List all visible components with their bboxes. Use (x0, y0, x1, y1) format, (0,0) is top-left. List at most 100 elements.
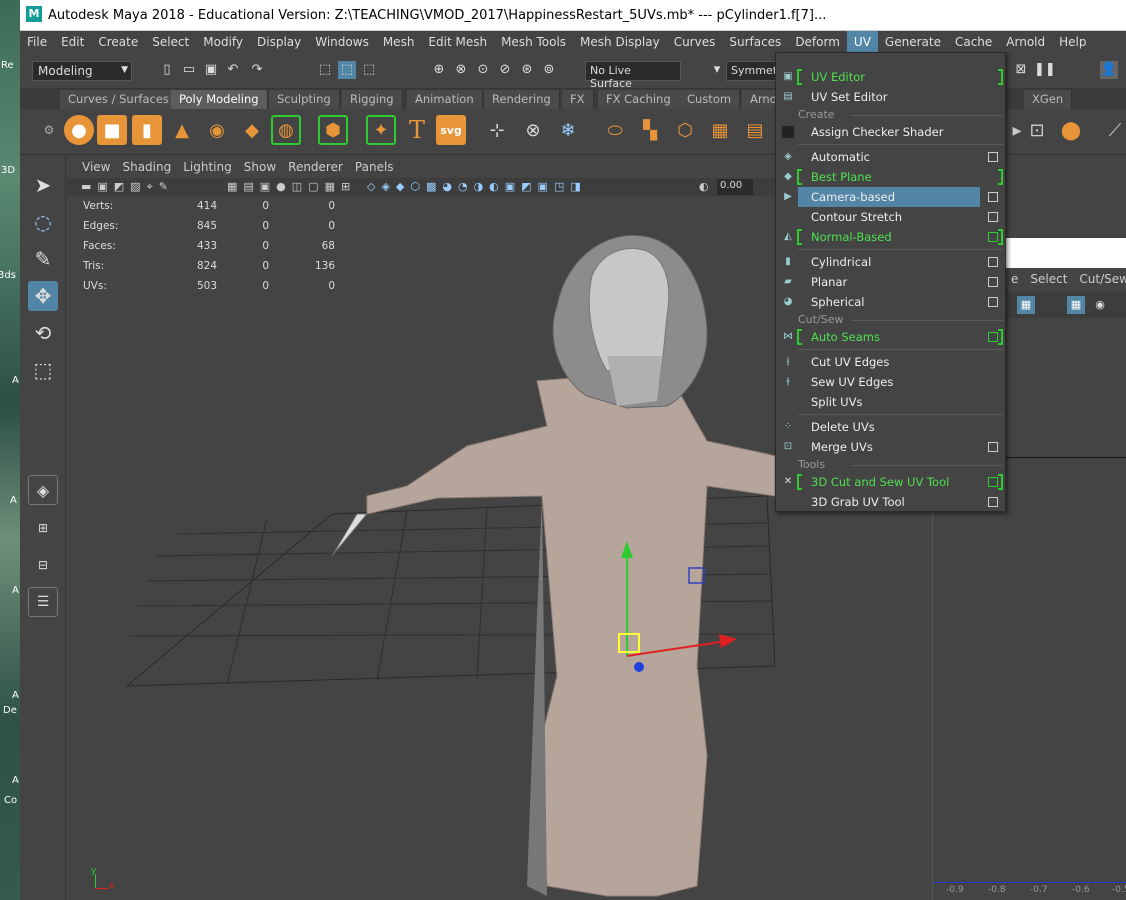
tab-sculpting[interactable]: Sculpting (269, 90, 340, 109)
menu-select[interactable]: Select (145, 31, 196, 53)
menu-create[interactable]: Create (91, 31, 145, 53)
menu-item-cut-uv-edges[interactable]: ⫲ Cut UV Edges (776, 352, 1005, 372)
panel-menu-panels[interactable]: Panels (349, 160, 400, 174)
panel-menu-shading[interactable]: Shading (116, 160, 177, 174)
menu-item-cylindrical[interactable]: ▮ Cylindrical (776, 252, 1005, 272)
menu-surfaces[interactable]: Surfaces (722, 31, 788, 53)
snap-live-icon[interactable]: ⊚ (540, 61, 558, 79)
menu-item-automatic[interactable]: ◈ Automatic (776, 147, 1005, 167)
open-scene-icon[interactable]: ▭ (180, 61, 198, 79)
shelf-settings-icon[interactable]: ⚙ (34, 115, 64, 145)
persp-viewport[interactable]: View Shading Lighting Show Renderer Pane… (67, 156, 775, 900)
bridge-icon[interactable]: ▚ (635, 115, 665, 145)
select-by-hierarchy-icon[interactable]: ⬚ (316, 61, 334, 79)
option-box[interactable] (988, 152, 998, 162)
menu-item-merge-uvs[interactable]: ⊡ Merge UVs (776, 437, 1005, 457)
tab-curves-surfaces[interactable]: Curves / Surfaces (60, 90, 178, 109)
sculpt-icon[interactable]: ⟋ (1100, 115, 1126, 145)
snap-grid-icon[interactable]: ⊕ (430, 61, 448, 79)
panel-menu-lighting[interactable]: Lighting (177, 160, 238, 174)
menu-item-spherical[interactable]: ◕ Spherical (776, 292, 1005, 312)
tab-custom[interactable]: Custom (679, 90, 741, 109)
panel-menu-renderer[interactable]: Renderer (282, 160, 349, 174)
menu-item-3d-grab-uv-tool[interactable]: 3D Grab UV Tool (776, 492, 1005, 512)
undo-icon[interactable]: ↶ (224, 61, 242, 79)
menu-item-assign-checker-shader[interactable]: ▩ Assign Checker Shader (776, 122, 1005, 142)
user-icon[interactable]: 👤 (1100, 61, 1118, 79)
uv-shade-icon[interactable]: ◉ (1091, 296, 1109, 314)
menu-mesh-tools[interactable]: Mesh Tools (494, 31, 573, 53)
append-icon[interactable]: ▤ (740, 115, 770, 145)
menu-item-uv-editor[interactable]: ▣ UV Editor (776, 67, 1005, 87)
render-icon[interactable]: ⊠ (1012, 61, 1030, 79)
option-box[interactable] (988, 497, 998, 507)
menu-arnold[interactable]: Arnold (999, 31, 1052, 53)
snap-curve-icon[interactable]: ⊗ (452, 61, 470, 79)
panel-menu-show[interactable]: Show (238, 160, 282, 174)
option-box[interactable] (988, 277, 998, 287)
option-box[interactable] (988, 332, 998, 342)
option-box[interactable] (988, 477, 998, 487)
rotate-tool-icon[interactable]: ⟲ (28, 318, 58, 348)
menu-curves[interactable]: Curves (667, 31, 723, 53)
tab-fx-caching[interactable]: FX Caching (598, 90, 680, 109)
scale-tool-icon[interactable]: ⬚ (28, 355, 58, 385)
option-box[interactable] (988, 442, 998, 452)
super-shape-icon[interactable]: ✦ (366, 115, 396, 145)
menu-item-3d-cut-sew-tool[interactable]: ✕ 3D Cut and Sew UV Tool (776, 472, 1005, 492)
camera-tools-icon[interactable]: ▬▣◩▨⌖✎ (81, 180, 174, 194)
tab-fx[interactable]: FX (562, 90, 594, 109)
two-pane-layout-icon[interactable]: ⊟ (28, 550, 58, 580)
quad-draw-icon[interactable]: ⬤ (1056, 115, 1086, 145)
uv-menu-partial[interactable]: e (1005, 272, 1024, 286)
menu-item-split-uvs[interactable]: Split UVs (776, 392, 1005, 412)
uv-menu-cut-sew[interactable]: Cut/Sew (1073, 272, 1126, 286)
shading-toggles-icon[interactable]: ◇◈◆⬡▩◕◔◑◐▣◩▣◳◨ (367, 180, 587, 193)
menu-edit[interactable]: Edit (54, 31, 91, 53)
uv-checker-icon[interactable]: ▦ (1067, 296, 1085, 314)
menu-file[interactable]: File (20, 31, 54, 53)
menu-item-delete-uvs[interactable]: ⁘ Delete UVs (776, 417, 1005, 437)
redo-icon[interactable]: ↷ (248, 61, 266, 79)
menu-display[interactable]: Display (250, 31, 308, 53)
poly-cone-icon[interactable]: ▲ (167, 115, 197, 145)
panel-menu-view[interactable]: View (76, 160, 116, 174)
menu-item-auto-seams[interactable]: ⋈ Auto Seams (776, 327, 1005, 347)
snap-point-icon[interactable]: ⊙ (474, 61, 492, 79)
menu-item-planar[interactable]: ▰ Planar (776, 272, 1005, 292)
tab-xgen[interactable]: XGen (1024, 90, 1073, 109)
snap-view-plane-icon[interactable]: ⊛ (518, 61, 536, 79)
tab-rendering[interactable]: Rendering (484, 90, 560, 109)
option-box[interactable] (988, 192, 998, 202)
uv-grid-area[interactable] (932, 512, 1005, 900)
menu-mesh-display[interactable]: Mesh Display (573, 31, 667, 53)
exposure-icon[interactable]: ◐ (699, 180, 709, 193)
option-box[interactable] (988, 232, 998, 242)
separate-icon[interactable]: ⊗ (518, 115, 548, 145)
live-surface-field[interactable]: No Live Surface (585, 61, 681, 90)
extrude-icon[interactable]: ⬭ (600, 115, 630, 145)
tab-animation[interactable]: Animation (407, 90, 483, 109)
new-scene-icon[interactable]: ▯ (158, 61, 176, 79)
menu-edit-mesh[interactable]: Edit Mesh (421, 31, 494, 53)
menu-cache[interactable]: Cache (948, 31, 999, 53)
bevel-icon[interactable]: ⬡ (670, 115, 700, 145)
move-tool-icon[interactable]: ✥ (28, 281, 58, 311)
option-box[interactable] (988, 297, 998, 307)
menu-item-normal-based[interactable]: ◭ Normal-Based (776, 227, 1005, 247)
paint-select-icon[interactable]: ✎ (28, 244, 58, 274)
poly-disc-icon[interactable]: ◍ (271, 115, 301, 145)
tab-poly-modeling[interactable]: Poly Modeling (171, 90, 268, 109)
exposure-field[interactable]: 0.00 (717, 179, 753, 195)
poly-cube-icon[interactable]: ■ (97, 115, 127, 145)
poly-torus-icon[interactable]: ◉ (202, 115, 232, 145)
display-toggles-icon[interactable]: ▦▤▣●◫▢▦⊞ (227, 180, 356, 193)
menu-modify[interactable]: Modify (196, 31, 250, 53)
poly-sphere-icon[interactable]: ● (64, 115, 94, 145)
select-tool-icon[interactable]: ➤ (28, 170, 58, 200)
snap-projected-icon[interactable]: ⊘ (496, 61, 514, 79)
four-pane-layout-icon[interactable]: ⊞ (28, 513, 58, 543)
menu-help[interactable]: Help (1052, 31, 1093, 53)
menu-item-sew-uv-edges[interactable]: ⫳ Sew UV Edges (776, 372, 1005, 392)
multi-cut-icon[interactable]: ⊡ (1022, 115, 1052, 145)
